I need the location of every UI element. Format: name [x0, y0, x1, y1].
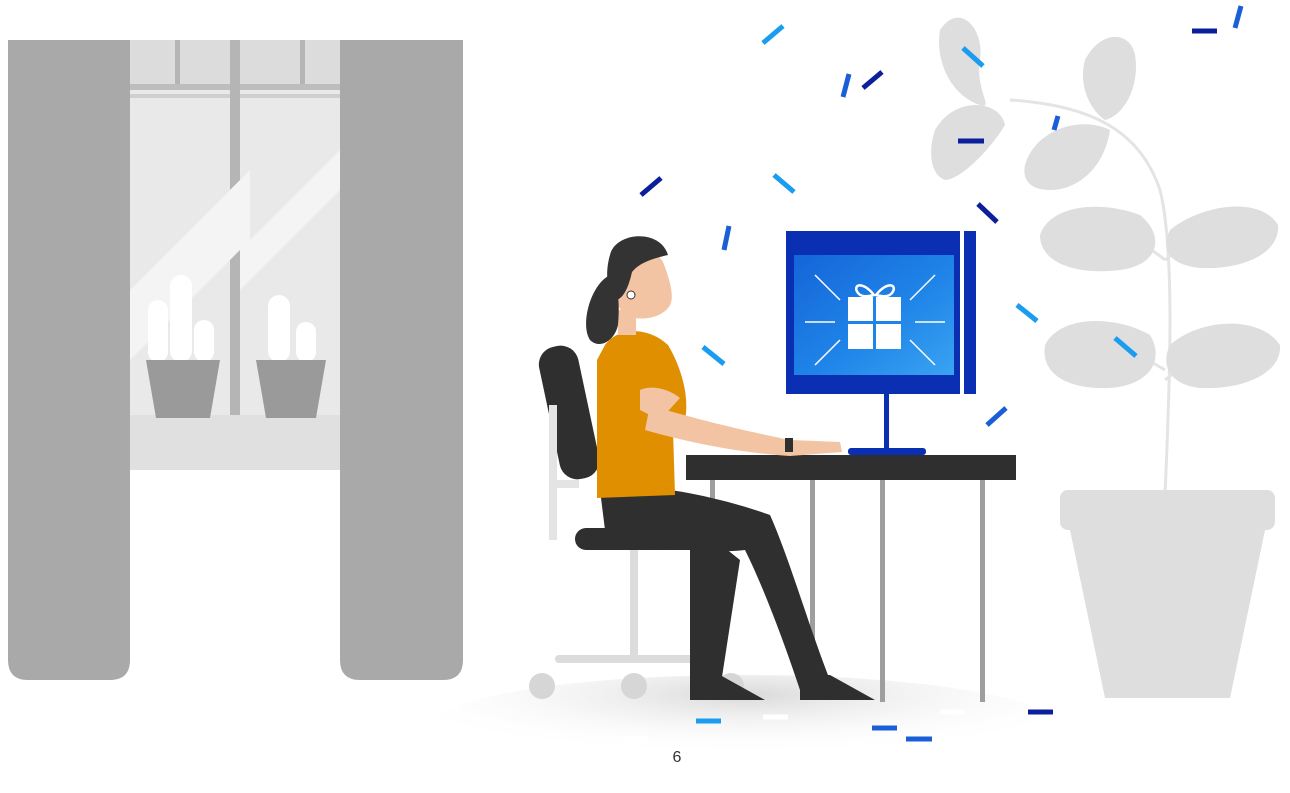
celebration-illustration	[8, 5, 1281, 775]
page-number: 6	[672, 749, 682, 766]
